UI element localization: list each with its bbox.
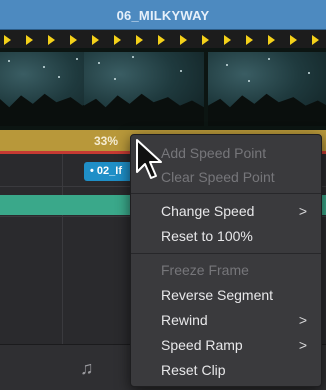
speed-marker-triangle-icon[interactable] <box>202 35 209 45</box>
speed-marker-triangle-icon[interactable] <box>246 35 253 45</box>
speed-marker-triangle-icon[interactable] <box>114 35 121 45</box>
clip-title: 06_MILKYWAY <box>116 8 210 23</box>
mouse-pointer-icon <box>136 139 162 179</box>
menu-item-label: Reverse Segment <box>161 287 274 303</box>
speed-marker-triangle-icon[interactable] <box>70 35 77 45</box>
speed-marker-triangle-icon[interactable] <box>136 35 143 45</box>
timeline-clip-label: • 02_If <box>90 165 122 177</box>
thumbnail-frame <box>208 52 326 126</box>
speed-marker-triangle-icon[interactable] <box>180 35 187 45</box>
menu-item-reset-to-100[interactable]: Reset to 100% <box>131 224 321 248</box>
menu-item-label: Add Speed Point <box>161 145 267 161</box>
clip-thumbnails[interactable] <box>0 48 326 130</box>
menu-item-label: Reset to 100% <box>161 228 253 244</box>
music-note-icon: ♫ <box>80 358 94 378</box>
speed-marker-triangle-icon[interactable] <box>48 35 55 45</box>
menu-item-freeze-frame[interactable]: Freeze Frame <box>131 258 321 282</box>
speed-marker-triangle-icon[interactable] <box>158 35 165 45</box>
menu-item-label: Freeze Frame <box>161 262 249 278</box>
speed-marker-triangle-icon[interactable] <box>312 35 319 45</box>
speed-marker-triangle-icon[interactable] <box>92 35 99 45</box>
menu-item-label: Change Speed <box>161 203 255 219</box>
menu-separator <box>131 193 321 194</box>
menu-item-reverse-segment[interactable]: Reverse Segment <box>131 283 321 307</box>
speed-percent-label: 33% <box>94 134 119 148</box>
speed-marker-strip <box>0 30 326 48</box>
speed-marker-triangle-icon[interactable] <box>224 35 231 45</box>
speed-marker-triangle-icon[interactable] <box>268 35 275 45</box>
menu-item-label: Clear Speed Point <box>161 169 275 185</box>
speed-marker-triangle-icon[interactable] <box>4 35 11 45</box>
chevron-right-icon: > <box>298 203 307 219</box>
menu-item-reset-clip[interactable]: Reset Clip <box>131 358 321 382</box>
menu-item-rewind[interactable]: Rewind > <box>131 308 321 332</box>
menu-item-change-speed[interactable]: Change Speed > <box>131 199 321 223</box>
menu-item-label: Reset Clip <box>161 362 226 378</box>
speed-marker-triangle-icon[interactable] <box>26 35 33 45</box>
clip-header[interactable]: 06_MILKYWAY <box>0 0 326 30</box>
menu-separator <box>131 253 321 254</box>
thumbnail-frame <box>84 52 204 126</box>
menu-item-label: Rewind <box>161 312 208 328</box>
chevron-right-icon: > <box>298 312 307 328</box>
speed-marker-triangle-icon[interactable] <box>290 35 297 45</box>
chevron-right-icon: > <box>298 337 307 353</box>
menu-item-speed-ramp[interactable]: Speed Ramp > <box>131 333 321 357</box>
menu-item-label: Speed Ramp <box>161 337 243 353</box>
